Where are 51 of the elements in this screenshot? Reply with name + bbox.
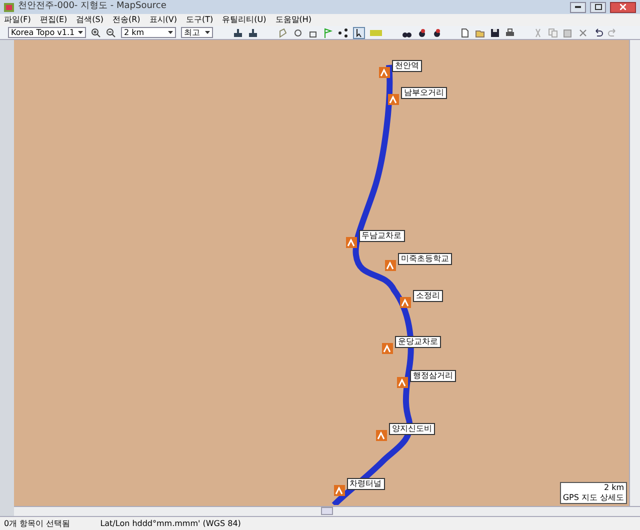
map-detail-label: GPS 지도 상세도 xyxy=(562,493,624,503)
zoom-dropdown[interactable]: 2 km xyxy=(121,27,176,38)
waypoint-label: 천안역 xyxy=(392,60,422,72)
waypoint-label: 양지신도비 xyxy=(388,423,435,435)
dropdown-arrow-icon xyxy=(205,31,210,34)
save-icon[interactable] xyxy=(490,28,500,38)
menu-item[interactable]: 편집(E) xyxy=(40,14,68,26)
waypoint-label: 운당교차로 xyxy=(394,336,441,348)
waypoint-label: 소정리 xyxy=(412,290,443,302)
menu-item[interactable]: 파일(F) xyxy=(4,14,31,26)
delete-icon[interactable] xyxy=(578,28,588,38)
maximize-button[interactable] xyxy=(590,2,606,12)
map-product-dropdown[interactable]: Korea Topo v1.1 xyxy=(8,27,86,38)
waypoint-icon[interactable] xyxy=(400,296,411,308)
detail-dropdown[interactable]: 최고 xyxy=(181,27,213,38)
maximize-icon xyxy=(594,4,602,10)
waypoint-label: 미죽초등학교 xyxy=(398,252,452,265)
waypoint-label: 행정삼거리 xyxy=(410,370,456,382)
zoom-out-icon[interactable] xyxy=(106,28,116,38)
menu-item[interactable]: 표시(V) xyxy=(149,14,177,26)
horizontal-scrollbar[interactable] xyxy=(14,506,640,516)
route-tool-icon[interactable] xyxy=(338,28,348,38)
minimize-icon xyxy=(575,6,581,8)
dropdown-arrow-icon xyxy=(168,31,173,34)
waypoint-icon[interactable] xyxy=(334,485,345,496)
menu-item[interactable]: 검색(S) xyxy=(76,14,104,26)
window-title: 천안전주-000- 지형도 - MapSource xyxy=(18,0,166,14)
flag-icon[interactable] xyxy=(323,28,333,38)
coordinate-format: Lat/Lon hddd°mm.mmm' (WGS 84) xyxy=(100,518,241,530)
close-button[interactable] xyxy=(610,2,636,12)
pointer-icon[interactable] xyxy=(353,26,365,38)
print-icon[interactable] xyxy=(505,28,515,38)
undo-icon[interactable] xyxy=(593,28,603,38)
app-icon xyxy=(4,2,14,12)
waypoint-label: 차령터널 xyxy=(346,478,385,490)
waypoint-label: 두남교차로 xyxy=(358,230,405,242)
scale-label: 2 km xyxy=(604,483,624,493)
menu-item[interactable]: 전송(R) xyxy=(112,14,140,26)
menu-item[interactable]: 도구(T) xyxy=(186,14,214,26)
zoom-in-icon[interactable] xyxy=(91,28,101,38)
close-icon xyxy=(620,4,626,10)
minimize-button[interactable] xyxy=(570,2,586,12)
topographic-map[interactable]: 천안역 남부오거리 두남교차로 미죽초등학교 소정리 운당교차로 행정삼거리 양지신도비 차령터널 2 km GPS 지도 상세도 xyxy=(14,40,629,506)
menu-item[interactable]: 유틸리티(U) xyxy=(222,14,266,26)
vertical-scrollbar[interactable] xyxy=(629,40,640,506)
dropdown-arrow-icon xyxy=(78,31,83,34)
menu-item[interactable]: 도움말(H) xyxy=(275,14,312,26)
waypoint-label: 남부오거리 xyxy=(400,87,447,100)
scrollbar-thumb[interactable] xyxy=(321,507,333,515)
selection-status: 0개 항목이 선택됨 xyxy=(4,518,70,530)
waypoint-icon[interactable] xyxy=(388,94,399,106)
